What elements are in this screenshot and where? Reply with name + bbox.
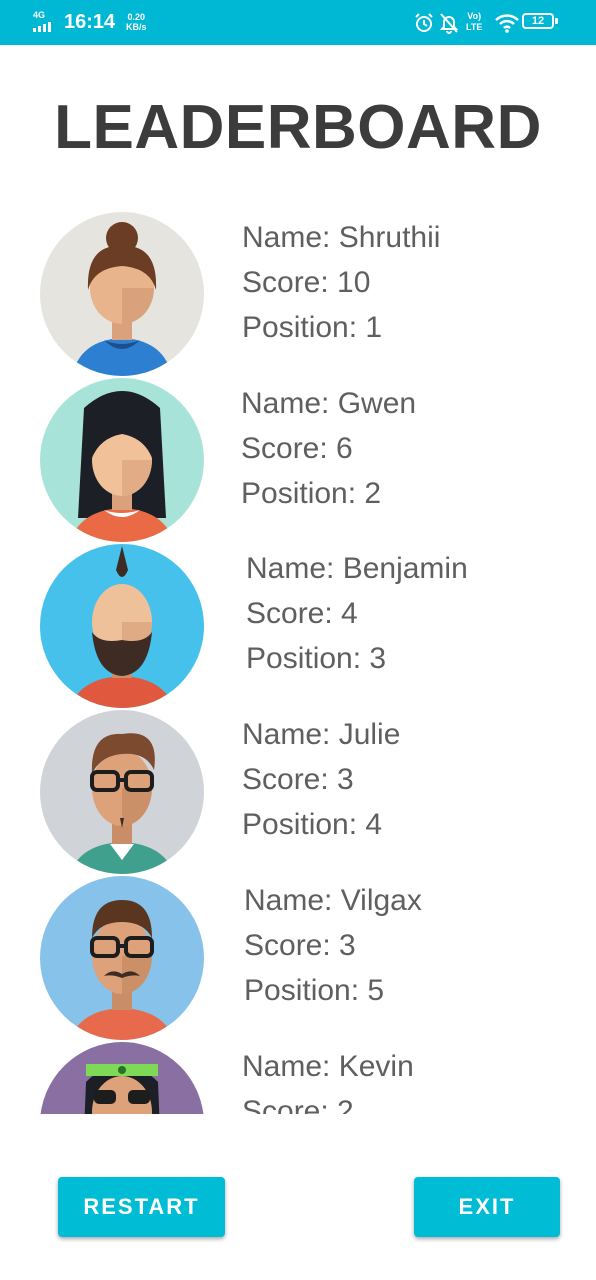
- player-info: Name: Benjamin Score: 4 Position: 3: [246, 552, 468, 675]
- network-speed: 0.20 KB/s: [126, 12, 147, 32]
- player-position: 3: [369, 642, 387, 675]
- player-position: 4: [365, 808, 383, 841]
- status-bar: 4G 16:14 0.20 KB/s Vo) LTE 12: [0, 0, 596, 45]
- player-position: 2: [364, 477, 382, 510]
- leaderboard-list[interactable]: Name: Shruthii Score: 10 Position: 1 Nam…: [0, 200, 596, 1114]
- player-name: Kevin: [338, 1050, 414, 1083]
- wifi-icon: [495, 14, 519, 33]
- player-info: Name: Gwen Score: 6 Position: 2: [241, 387, 417, 510]
- player-score: 6: [336, 432, 353, 465]
- player-info: Name: Julie Score: 3 Position: 4: [242, 718, 401, 841]
- player-position: 1: [365, 311, 383, 344]
- bearded-man-avatar: [40, 544, 204, 708]
- player-score: 3: [337, 763, 354, 796]
- list-item: Name: Shruthii Score: 10 Position: 1: [0, 212, 596, 378]
- player-score: 4: [341, 597, 358, 630]
- player-position: 5: [367, 974, 385, 1007]
- list-item: Name: Benjamin Score: 4 Position: 3: [0, 544, 596, 710]
- clock: 16:14: [64, 11, 116, 33]
- volte-indicator: Vo) LTE: [466, 11, 483, 32]
- page-title: LEADERBOARD: [54, 93, 542, 162]
- alarm-icon: [415, 13, 433, 32]
- list-item: Name: Gwen Score: 6 Position: 2: [0, 378, 596, 544]
- player-name: Julie: [338, 718, 401, 751]
- player-name: Benjamin: [342, 552, 468, 585]
- player-score: 3: [339, 929, 356, 962]
- network-type: 4G: [33, 10, 46, 20]
- list-item: Name: Kevin Score: 2 Position: 6: [0, 1042, 596, 1114]
- man-mustache-avatar: [40, 876, 204, 1040]
- list-item: Name: Vilgax Score: 3 Position: 5: [0, 876, 596, 1042]
- woman-long-hair-avatar: [40, 378, 204, 542]
- player-score: 10: [337, 266, 371, 299]
- battery-icon: 12: [522, 13, 554, 29]
- signal-icon: [33, 22, 57, 32]
- player-name: Shruthii: [338, 221, 441, 254]
- player-name: Gwen: [337, 387, 417, 420]
- player-info: Name: Shruthii Score: 10 Position: 1: [242, 221, 441, 344]
- exit-button[interactable]: EXIT: [414, 1177, 560, 1237]
- man-headband-avatar: [40, 1042, 204, 1114]
- player-info: Name: Kevin Score: 2 Position: 6: [242, 1044, 414, 1114]
- player-score: 2: [337, 1095, 354, 1114]
- list-item: Name: Julie Score: 3 Position: 4: [0, 710, 596, 876]
- mute-bell-icon: [440, 13, 458, 34]
- player-info: Name: Vilgax Score: 3 Position: 5: [244, 884, 422, 1007]
- woman-bun-avatar: [40, 212, 204, 376]
- restart-button[interactable]: RESTART: [58, 1177, 225, 1237]
- man-glasses-avatar: [40, 710, 204, 874]
- player-name: Vilgax: [340, 884, 422, 917]
